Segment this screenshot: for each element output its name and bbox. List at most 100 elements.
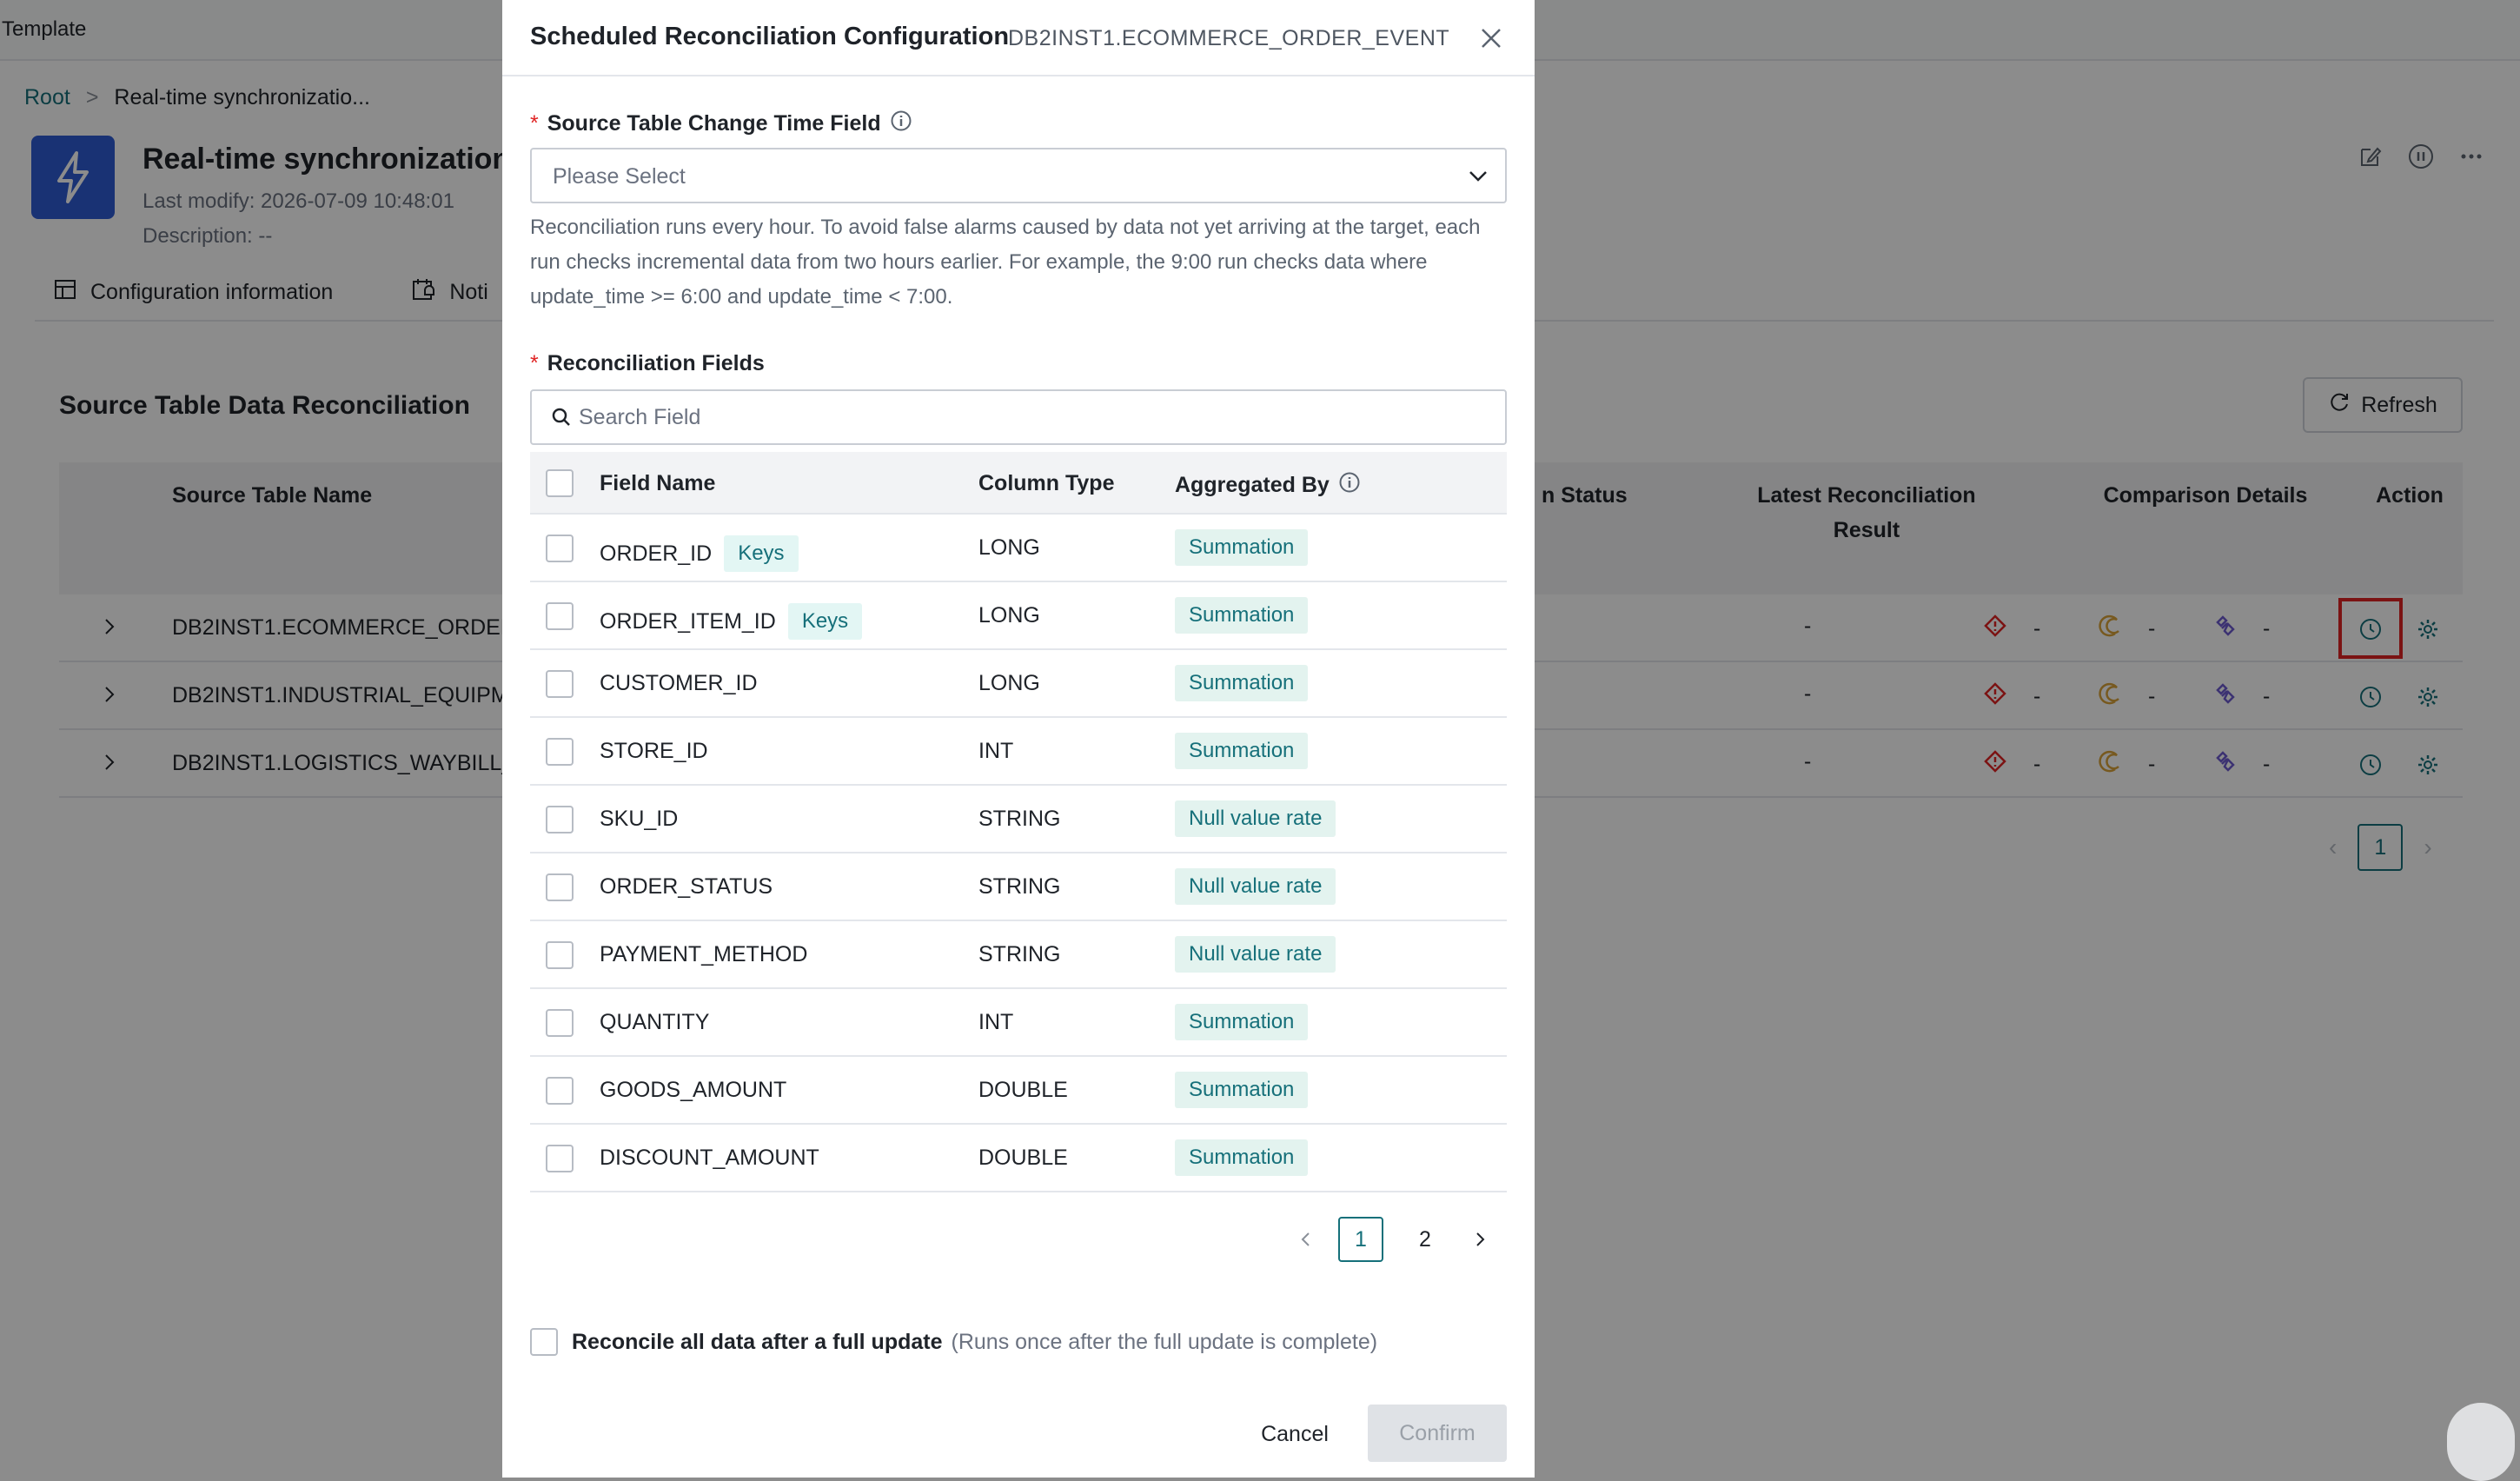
aggregated-by-cell: Summation bbox=[1175, 529, 1309, 566]
aggregated-by-cell: Null value rate bbox=[1175, 936, 1336, 973]
field-name-cell: GOODS_AMOUNT bbox=[600, 1078, 786, 1103]
required-mark: * bbox=[530, 351, 539, 375]
chevron-right-icon[interactable] bbox=[1467, 1226, 1493, 1252]
reconciliation-fields-label: * Reconciliation Fields bbox=[530, 351, 765, 376]
full-update-checkbox[interactable] bbox=[530, 1328, 558, 1356]
time-field-help: Reconciliation runs every hour. To avoid… bbox=[530, 216, 1481, 309]
dialog-title: Scheduled Reconciliation Configuration bbox=[530, 23, 1010, 50]
select-all-checkbox[interactable] bbox=[546, 469, 574, 497]
aggregated-by-cell: Summation bbox=[1175, 1004, 1309, 1040]
aggregated-by-cell: Null value rate bbox=[1175, 800, 1336, 837]
table-row: ORDER_STATUS STRING Null value rate bbox=[530, 853, 1507, 921]
field-name: ORDER_STATUS bbox=[600, 874, 773, 899]
ai-assistant-button[interactable] bbox=[2447, 1403, 2515, 1481]
search-input[interactable] bbox=[579, 398, 1482, 436]
column-type: STRING bbox=[978, 942, 1061, 966]
info-icon[interactable] bbox=[890, 110, 912, 138]
row-checkbox[interactable] bbox=[546, 941, 574, 969]
aggregation-tag[interactable]: Summation bbox=[1175, 665, 1309, 701]
column-type: LONG bbox=[978, 603, 1040, 628]
field-name-cell: PAYMENT_METHOD bbox=[600, 942, 807, 967]
info-icon[interactable] bbox=[1338, 471, 1361, 500]
aggregation-tag[interactable]: Summation bbox=[1175, 529, 1309, 566]
chevron-down-icon bbox=[1467, 165, 1489, 192]
close-icon[interactable] bbox=[1474, 21, 1509, 56]
aggregation-tag[interactable]: Summation bbox=[1175, 1004, 1309, 1040]
aggregation-tag[interactable]: Summation bbox=[1175, 1139, 1309, 1176]
row-checkbox[interactable] bbox=[546, 1009, 574, 1037]
field-name-cell: ORDER_ITEM_ID Keys bbox=[600, 603, 863, 640]
time-field-select[interactable]: Please Select bbox=[530, 148, 1507, 203]
field-name-cell: CUSTOMER_ID bbox=[600, 671, 758, 696]
row-checkbox[interactable] bbox=[546, 738, 574, 766]
field-name: GOODS_AMOUNT bbox=[600, 1078, 787, 1102]
aggregation-tag[interactable]: Summation bbox=[1175, 733, 1309, 769]
field-name: ORDER_ITEM_ID bbox=[600, 608, 776, 634]
column-type: STRING bbox=[978, 807, 1061, 831]
field-search bbox=[530, 389, 1507, 445]
row-checkbox[interactable] bbox=[546, 873, 574, 901]
row-checkbox[interactable] bbox=[546, 602, 574, 630]
field-name: PAYMENT_METHOD bbox=[600, 942, 808, 966]
fields-table-header: Field Name Column Type Aggregated By bbox=[530, 452, 1507, 515]
header-field-name: Field Name bbox=[600, 471, 716, 495]
row-checkbox[interactable] bbox=[546, 535, 574, 562]
scheduled-reconciliation-dialog: Scheduled Reconciliation Configuration D… bbox=[502, 0, 1535, 1478]
keys-tag: Keys bbox=[787, 603, 863, 640]
table-row: SKU_ID STRING Null value rate bbox=[530, 786, 1507, 853]
column-type: DOUBLE bbox=[978, 1146, 1068, 1170]
aggregation-tag[interactable]: Summation bbox=[1175, 1072, 1309, 1108]
aggregated-by-cell: Summation bbox=[1175, 1072, 1309, 1108]
field-name: DISCOUNT_AMOUNT bbox=[600, 1146, 819, 1170]
time-field-label: * Source Table Change Time Field bbox=[530, 110, 912, 138]
table-row: ORDER_ID Keys LONG Summation bbox=[530, 515, 1507, 582]
full-update-label[interactable]: Reconcile all data after a full update bbox=[572, 1330, 943, 1355]
aggregated-by-cell: Summation bbox=[1175, 1139, 1309, 1176]
aggregation-tag[interactable]: Null value rate bbox=[1175, 868, 1336, 905]
column-type: LONG bbox=[978, 535, 1040, 560]
select-placeholder: Please Select bbox=[553, 164, 686, 189]
full-update-note: (Runs once after the full update is comp… bbox=[951, 1329, 1378, 1354]
row-checkbox[interactable] bbox=[546, 806, 574, 833]
time-field-label-text: Source Table Change Time Field bbox=[547, 111, 881, 136]
table-row: STORE_ID INT Summation bbox=[530, 718, 1507, 786]
field-name-cell: SKU_ID bbox=[600, 807, 678, 832]
table-row: CUSTOMER_ID LONG Summation bbox=[530, 650, 1507, 718]
row-checkbox[interactable] bbox=[546, 670, 574, 698]
keys-tag: Keys bbox=[724, 535, 799, 572]
aggregation-tag[interactable]: Null value rate bbox=[1175, 800, 1336, 837]
row-checkbox[interactable] bbox=[546, 1077, 574, 1105]
column-type: LONG bbox=[978, 671, 1040, 695]
header-column-type: Column Type bbox=[978, 471, 1115, 495]
field-name-cell: QUANTITY bbox=[600, 1010, 709, 1035]
table-row: QUANTITY INT Summation bbox=[530, 989, 1507, 1057]
aggregated-by-cell: Null value rate bbox=[1175, 868, 1336, 905]
aggregated-by-cell: Summation bbox=[1175, 665, 1309, 701]
aggregated-by-cell: Summation bbox=[1175, 733, 1309, 769]
column-type: INT bbox=[978, 1010, 1014, 1034]
cancel-button[interactable]: Cancel bbox=[1234, 1406, 1356, 1462]
table-row: DISCOUNT_AMOUNT DOUBLE Summation bbox=[530, 1125, 1507, 1192]
fields-pagination: 1 2 bbox=[972, 1217, 1493, 1262]
column-type: INT bbox=[978, 739, 1014, 763]
field-name-cell: ORDER_ID Keys bbox=[600, 535, 799, 572]
header-aggregated-by: Aggregated By bbox=[1175, 471, 1361, 500]
field-name-cell: STORE_ID bbox=[600, 739, 708, 764]
table-row: PAYMENT_METHOD STRING Null value rate bbox=[530, 921, 1507, 989]
field-name: QUANTITY bbox=[600, 1010, 710, 1034]
field-name-cell: ORDER_STATUS bbox=[600, 874, 773, 900]
column-type: STRING bbox=[978, 874, 1061, 899]
page-button-2[interactable]: 2 bbox=[1403, 1217, 1448, 1262]
header-aggregated-by-label: Aggregated By bbox=[1175, 473, 1330, 497]
aggregation-tag[interactable]: Summation bbox=[1175, 597, 1309, 634]
field-name: SKU_ID bbox=[600, 807, 679, 831]
row-checkbox[interactable] bbox=[546, 1145, 574, 1172]
confirm-button[interactable]: Confirm bbox=[1368, 1405, 1507, 1462]
page-button-1[interactable]: 1 bbox=[1338, 1217, 1383, 1262]
reconciliation-fields-label-text: Reconciliation Fields bbox=[547, 351, 765, 375]
dialog-subtitle: DB2INST1.ECOMMERCE_ORDER_EVENT bbox=[1008, 26, 1450, 50]
table-row: ORDER_ITEM_ID Keys LONG Summation bbox=[530, 582, 1507, 650]
aggregation-tag[interactable]: Null value rate bbox=[1175, 936, 1336, 973]
chevron-left-icon[interactable] bbox=[1293, 1226, 1319, 1252]
dialog-header: Scheduled Reconciliation Configuration D… bbox=[502, 0, 1535, 76]
